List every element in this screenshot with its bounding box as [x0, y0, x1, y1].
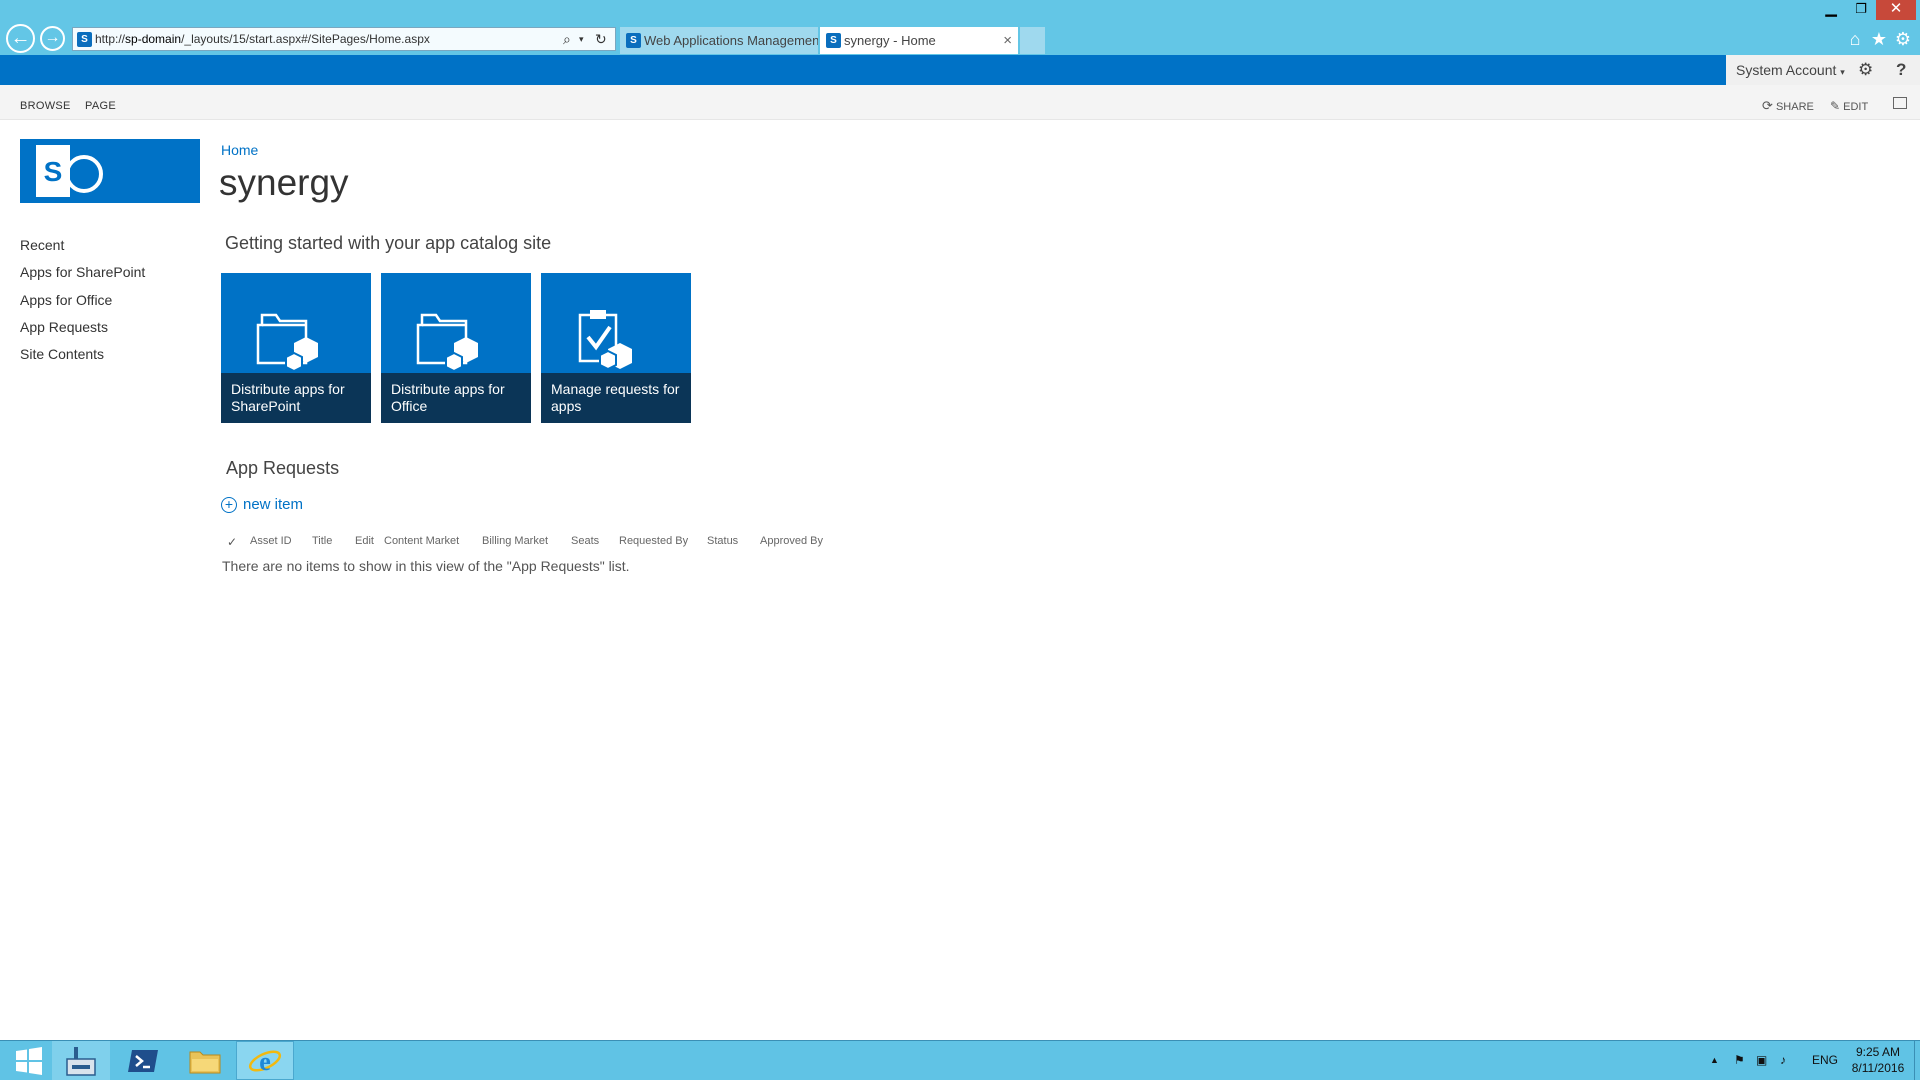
- focus-content-icon[interactable]: [1893, 97, 1907, 109]
- edit-button[interactable]: ✎ EDIT: [1830, 85, 1868, 128]
- column-edit[interactable]: Edit: [355, 535, 374, 547]
- favorites-star-icon[interactable]: ★: [1868, 28, 1890, 50]
- tab-label: synergy - Home: [844, 33, 936, 48]
- column-title[interactable]: Title: [312, 535, 332, 547]
- forward-button[interactable]: →: [40, 26, 65, 51]
- action-center-icon[interactable]: ⚑: [1734, 1041, 1745, 1080]
- add-icon: +: [221, 497, 237, 514]
- clock-time: 9:25 AM: [1855, 1045, 1901, 1059]
- sharepoint-favicon-icon: S: [626, 33, 641, 48]
- column-status[interactable]: Status: [707, 535, 738, 547]
- powershell-button[interactable]: [114, 1041, 172, 1080]
- tab-label: Web Applications Management: [644, 33, 818, 48]
- sharepoint-logo-icon: S: [36, 145, 103, 197]
- folder-apps-icon: [256, 313, 318, 371]
- select-all-checkmark-icon[interactable]: ✓: [227, 535, 237, 549]
- column-content-market[interactable]: Content Market: [384, 535, 459, 547]
- nav-app-requests[interactable]: App Requests: [20, 319, 108, 335]
- clock-date: 8/11/2016: [1851, 1061, 1905, 1075]
- start-button[interactable]: [0, 1041, 58, 1080]
- tab-web-applications[interactable]: S Web Applications Management: [620, 27, 818, 54]
- ribbon-tab-browse[interactable]: BROWSE: [20, 85, 71, 127]
- address-url: http://sp-domain/_layouts/15/start.aspx#…: [95, 32, 430, 46]
- nav-site-contents[interactable]: Site Contents: [20, 346, 104, 362]
- pencil-icon: ✎: [1830, 99, 1841, 113]
- column-seats[interactable]: Seats: [571, 535, 599, 547]
- column-asset-id[interactable]: Asset ID: [250, 535, 292, 547]
- show-hidden-icons-icon[interactable]: ▲: [1710, 1041, 1719, 1080]
- windows-logo-icon: [16, 1047, 42, 1075]
- settings-gear-icon[interactable]: ⚙: [1858, 55, 1873, 85]
- column-requested-by[interactable]: Requested By: [619, 535, 688, 547]
- clock[interactable]: 9:25 AM 8/11/2016: [1848, 1044, 1908, 1076]
- tile-manage-requests[interactable]: Manage requests for apps: [541, 273, 691, 423]
- page-title[interactable]: synergy: [219, 162, 349, 204]
- dropdown-icon[interactable]: ▾: [579, 28, 584, 50]
- share-button[interactable]: ⟳ SHARE: [1762, 85, 1814, 128]
- tools-gear-icon[interactable]: ⚙: [1892, 28, 1914, 50]
- column-billing-market[interactable]: Billing Market: [482, 535, 548, 547]
- search-icon[interactable]: ⌕: [563, 28, 571, 50]
- language-indicator[interactable]: ENG: [1812, 1041, 1838, 1080]
- account-area: System Account ▾ ⚙ ?: [1726, 55, 1920, 85]
- address-bar[interactable]: S http://sp-domain/_layouts/15/start.asp…: [72, 27, 616, 51]
- show-desktop-button[interactable]: [1914, 1041, 1920, 1080]
- internet-explorer-icon: e: [248, 1047, 282, 1076]
- svg-text:e: e: [259, 1047, 271, 1076]
- sharepoint-favicon-icon: S: [77, 32, 92, 47]
- tile-distribute-sharepoint[interactable]: Distribute apps for SharePoint: [221, 273, 371, 423]
- file-explorer-button[interactable]: [176, 1041, 234, 1080]
- network-icon[interactable]: ▣: [1756, 1041, 1767, 1080]
- clipboard-check-icon: [578, 310, 632, 371]
- refresh-icon[interactable]: ↻: [595, 28, 607, 50]
- sharepoint-favicon-icon: S: [826, 33, 841, 48]
- tile-distribute-office[interactable]: Distribute apps for Office: [381, 273, 531, 423]
- column-approved-by[interactable]: Approved By: [760, 535, 823, 547]
- account-menu[interactable]: System Account ▾: [1736, 55, 1845, 87]
- ribbon-tab-page[interactable]: PAGE: [85, 85, 116, 127]
- empty-list-message: There are no items to show in this view …: [222, 558, 630, 574]
- minimize-icon[interactable]: ▁: [1816, 0, 1846, 20]
- server-manager-button[interactable]: [52, 1041, 110, 1080]
- folder-icon: [189, 1051, 221, 1074]
- close-window-icon[interactable]: ✕: [1876, 0, 1916, 20]
- folder-apps-icon: [416, 313, 478, 371]
- volume-icon[interactable]: ♪: [1780, 1041, 1786, 1080]
- restore-icon[interactable]: ❐: [1846, 0, 1876, 20]
- app-requests-heading: App Requests: [226, 458, 340, 478]
- share-icon: ⟳: [1762, 98, 1773, 113]
- home-icon[interactable]: ⌂: [1844, 28, 1866, 50]
- ribbon: [0, 85, 1920, 120]
- tile-caption: Distribute apps for SharePoint: [221, 373, 371, 423]
- internet-explorer-button[interactable]: e: [236, 1041, 294, 1080]
- suite-bar: [0, 55, 1920, 85]
- tile-caption: Distribute apps for Office: [381, 373, 531, 423]
- new-tab-button[interactable]: [1020, 27, 1045, 54]
- powershell-icon: [128, 1050, 158, 1072]
- tab-synergy-home[interactable]: S synergy - Home ×: [820, 27, 1018, 54]
- logo-letter: S: [44, 156, 63, 187]
- nav-apps-for-office[interactable]: Apps for Office: [20, 292, 112, 308]
- nav-apps-for-sharepoint[interactable]: Apps for SharePoint: [20, 264, 145, 280]
- back-button[interactable]: ←: [6, 24, 35, 53]
- getting-started-heading: Getting started with your app catalog si…: [225, 233, 552, 253]
- close-tab-icon[interactable]: ×: [1003, 27, 1012, 54]
- help-icon[interactable]: ?: [1896, 55, 1906, 85]
- nav-recent[interactable]: Recent: [20, 237, 64, 253]
- tile-caption: Manage requests for apps: [541, 373, 691, 423]
- breadcrumb[interactable]: Home: [221, 142, 258, 158]
- new-item-link[interactable]: + new item: [221, 496, 303, 514]
- site-logo[interactable]: S: [20, 139, 200, 203]
- server-manager-icon: [66, 1047, 96, 1076]
